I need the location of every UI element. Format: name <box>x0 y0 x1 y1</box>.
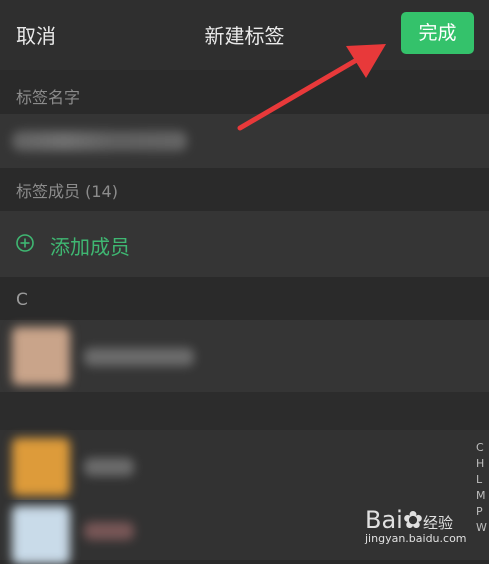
index-letter[interactable]: H <box>476 456 489 472</box>
group-header-c: C <box>16 290 28 310</box>
index-letter[interactable]: P <box>476 504 489 520</box>
add-member-label: 添加成员 <box>50 235 130 259</box>
avatar <box>12 438 70 496</box>
index-letter[interactable]: C <box>476 440 489 456</box>
member-row[interactable] <box>0 320 489 392</box>
navigation-bar: 取消 新建标签 完成 <box>0 0 489 70</box>
members-section-label: 标签成员 (14) <box>16 182 118 201</box>
watermark-logo: Bai <box>365 506 403 534</box>
tag-name-section-label: 标签名字 <box>16 88 81 107</box>
add-member-button[interactable]: 添加成员 <box>0 211 489 277</box>
watermark-logo-suffix: 经验 <box>422 514 453 532</box>
avatar <box>12 327 70 385</box>
paw-icon: ✿ <box>402 506 423 534</box>
list-divider <box>0 392 489 430</box>
alphabet-index-bar: C H L M P W <box>476 440 489 536</box>
tag-name-value-blurred <box>12 131 187 151</box>
tag-name-input[interactable] <box>0 114 489 168</box>
index-letter[interactable]: L <box>476 472 489 488</box>
plus-circle-icon <box>16 234 34 252</box>
watermark-url: jingyan.baidu.com <box>365 532 467 545</box>
index-letter[interactable]: M <box>476 488 489 504</box>
baidu-jingyan-watermark: Bai✿经验 jingyan.baidu.com <box>365 506 467 545</box>
done-button[interactable]: 完成 <box>401 12 474 54</box>
member-name-blurred <box>84 522 134 540</box>
member-name-blurred <box>84 458 134 476</box>
index-letter[interactable]: W <box>476 520 489 536</box>
avatar <box>12 506 70 564</box>
cancel-button[interactable]: 取消 <box>16 20 56 49</box>
member-row[interactable] <box>0 430 489 500</box>
member-name-blurred <box>84 348 194 366</box>
